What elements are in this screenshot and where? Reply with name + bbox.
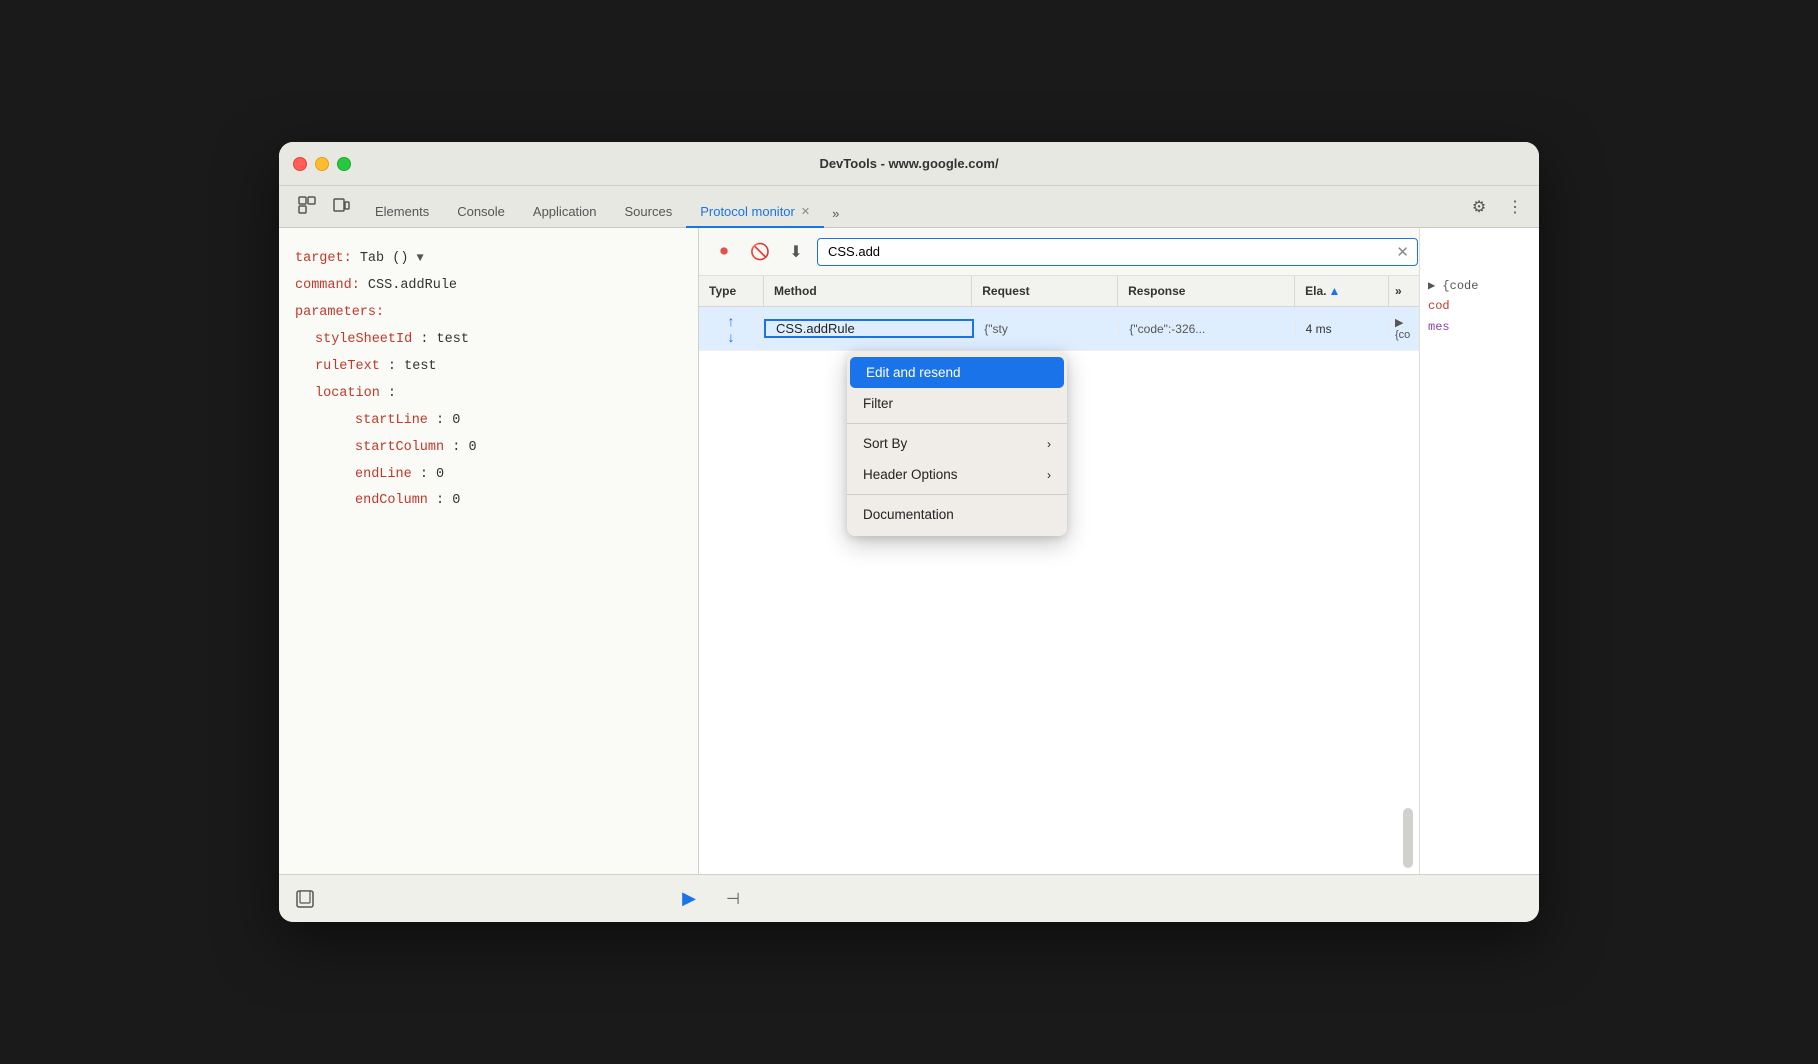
search-clear-icon[interactable]: ✕: [1396, 243, 1409, 261]
context-menu-header-options[interactable]: Header Options ›: [847, 459, 1067, 490]
close-button[interactable]: [293, 157, 307, 171]
context-menu-edit-resend[interactable]: Edit and resend: [850, 357, 1064, 388]
prop-endLine: endLine : 0: [295, 464, 682, 487]
tab-more[interactable]: »: [824, 199, 847, 228]
tab-icon-group: [289, 191, 361, 227]
download-button[interactable]: ⬇: [781, 237, 811, 267]
right-col-preview: ▶ {code cod mes: [1419, 228, 1539, 874]
sort-arrow-icon: ▲: [1329, 284, 1341, 298]
col-header-response: Response: [1118, 276, 1295, 306]
tab-bar: Elements Console Application Sources Pro…: [279, 186, 1539, 228]
settings-icon[interactable]: ⚙: [1465, 193, 1493, 221]
prop-ruleText: ruleText : test: [295, 356, 682, 379]
row-request-cell: {"sty: [974, 322, 1119, 336]
tab-protocol-monitor[interactable]: Protocol monitor ✕: [686, 197, 824, 228]
table-header: Type Method Request Response Ela. ▲ »: [699, 276, 1419, 307]
row-expand-cell: ▶{co: [1389, 316, 1419, 341]
context-menu-separator-1: [847, 423, 1067, 424]
title-bar: DevTools - www.google.com/: [279, 142, 1539, 186]
table-row[interactable]: ↑↓ CSS.addRule {"sty {"code":-326... 4 m…: [699, 307, 1419, 351]
prop-startColumn: startColumn : 0: [295, 437, 682, 460]
protocol-toolbar: ⏺ 🚫 ⬇ ✕: [699, 228, 1419, 276]
inspect-icon[interactable]: [293, 191, 321, 219]
tab-console[interactable]: Console: [443, 197, 519, 228]
tab-sources[interactable]: Sources: [611, 197, 687, 228]
prop-endColumn: endColumn : 0: [295, 490, 682, 513]
device-icon[interactable]: [327, 191, 355, 219]
devtools-window: DevTools - www.google.com/ Elements Cons…: [279, 142, 1539, 922]
new-tab-button[interactable]: [291, 885, 319, 913]
row-response-cell: {"code":-326...: [1119, 322, 1295, 336]
context-menu: Edit and resend Filter Sort By › Header …: [847, 351, 1067, 536]
expand-triangle-icon: ▶: [1395, 316, 1403, 329]
col-header-type: Type: [699, 276, 764, 306]
sidebar-toggle-button[interactable]: ⊣: [719, 885, 747, 913]
content-area: target: Tab () ▼ command: CSS.addRule pa…: [279, 228, 1539, 874]
row-elapsed-cell: 4 ms: [1296, 322, 1389, 336]
prop-startLine: startLine : 0: [295, 410, 682, 433]
col-header-method: Method: [764, 276, 972, 306]
dropdown-arrow[interactable]: ▼: [417, 251, 424, 265]
minimize-button[interactable]: [315, 157, 329, 171]
context-menu-documentation[interactable]: Documentation: [847, 499, 1067, 530]
context-menu-separator-2: [847, 494, 1067, 495]
tab-close-icon[interactable]: ✕: [801, 205, 810, 218]
submenu-arrow-icon-2: ›: [1047, 468, 1051, 482]
col-header-elapsed: Ela. ▲: [1295, 276, 1389, 306]
prop-location: location :: [295, 383, 682, 406]
prop-target: target: Tab () ▼: [295, 248, 682, 271]
tab-elements[interactable]: Elements: [361, 197, 443, 228]
row-method-cell: CSS.addRule: [764, 319, 974, 338]
bottom-toolbar: ▶ ⊣: [279, 874, 1539, 922]
maximize-button[interactable]: [337, 157, 351, 171]
send-button[interactable]: ▶: [675, 885, 703, 913]
context-menu-sort-by[interactable]: Sort By ›: [847, 428, 1067, 459]
tab-right-icons: ⚙ ⋮: [1465, 193, 1529, 227]
search-input[interactable]: [817, 238, 1418, 266]
clear-button[interactable]: 🚫: [745, 237, 775, 267]
bidirectional-arrow-icon: ↑↓: [728, 313, 735, 345]
prop-styleSheetId: styleSheetId : test: [295, 329, 682, 352]
left-panel: target: Tab () ▼ command: CSS.addRule pa…: [279, 228, 699, 874]
col-header-more[interactable]: »: [1389, 276, 1419, 306]
submenu-arrow-icon: ›: [1047, 437, 1051, 451]
more-options-icon[interactable]: ⋮: [1501, 193, 1529, 221]
stop-recording-button[interactable]: ⏺: [709, 237, 739, 267]
prop-command: command: CSS.addRule: [295, 275, 682, 298]
tab-application[interactable]: Application: [519, 197, 611, 228]
row-type-cell: ↑↓: [699, 313, 764, 345]
context-menu-filter[interactable]: Filter: [847, 388, 1067, 419]
scrollbar[interactable]: [1403, 808, 1413, 868]
traffic-lights: [293, 157, 351, 171]
right-panel: ⏺ 🚫 ⬇ ✕ Type Method Request Response Ela…: [699, 228, 1419, 874]
table-body: ↑↓ CSS.addRule {"sty {"code":-326... 4 m…: [699, 307, 1419, 874]
code-preview: ▶ {code cod mes: [1428, 272, 1531, 341]
prop-parameters: parameters:: [295, 302, 682, 325]
col-header-request: Request: [972, 276, 1118, 306]
window-title: DevTools - www.google.com/: [819, 156, 998, 171]
